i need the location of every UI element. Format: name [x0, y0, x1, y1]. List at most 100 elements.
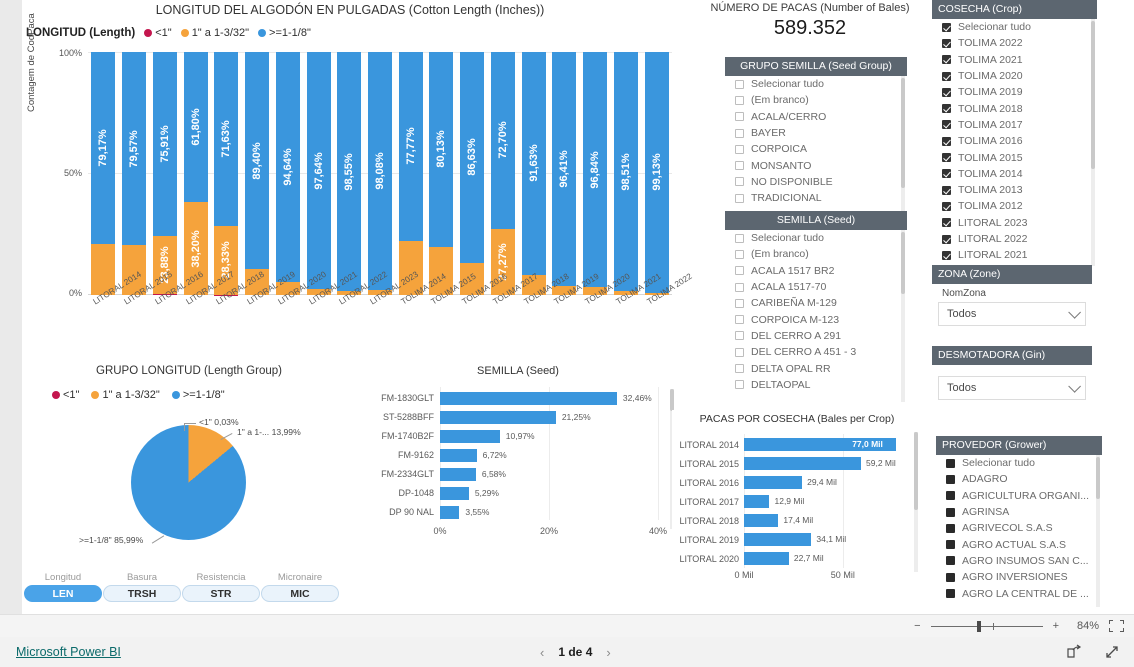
slicer-item[interactable]: (Em branco)	[725, 246, 907, 262]
slicer-seed-group-list[interactable]: Selecionar tudo (Em branco) ACALA/CERRO BAY…	[725, 76, 907, 219]
bar-column[interactable]: 86,63%	[457, 52, 488, 295]
bales-bar-row[interactable]: LITORAL 2020 22,7 Mil	[672, 549, 912, 568]
bar-segment-gte[interactable]: 98,51%	[613, 52, 638, 292]
bar-column[interactable]: 94,64%	[272, 52, 303, 295]
checkbox-unchecked-icon[interactable]	[735, 128, 744, 138]
checkbox-unchecked-icon[interactable]	[735, 233, 744, 243]
bar-segment-gte[interactable]: 98,55%	[337, 52, 362, 292]
bar-column[interactable]: 89,40%	[242, 52, 273, 295]
metric-tab-str[interactable]: Resistencia STR	[182, 572, 260, 602]
checkbox-checked-icon[interactable]	[942, 104, 951, 114]
slicer-item[interactable]: TOLIMA 2015	[932, 149, 1097, 165]
seed-bar-row[interactable]: FM-9162 6,72%	[358, 446, 658, 464]
checkbox-checked-icon[interactable]	[942, 136, 951, 146]
slicer-crop[interactable]: COSECHA (Crop) Selecionar tudo TOLIMA 202…	[932, 0, 1097, 266]
zoom-slider-thumb[interactable]	[976, 620, 981, 632]
slicer-item[interactable]: DEL CERRO A 451 - 3	[725, 344, 907, 360]
bales-bar-fill[interactable]	[744, 514, 779, 527]
checkbox-checked-icon[interactable]	[946, 556, 955, 566]
bar-segment-gte[interactable]: 61,80%	[183, 52, 208, 203]
checkbox-checked-icon[interactable]	[946, 572, 955, 582]
bales-bar-row[interactable]: LITORAL 2016 29,4 Mil	[672, 473, 912, 492]
seed-bar-fill[interactable]	[440, 448, 477, 462]
slicer-item[interactable]: TOLIMA 2022	[932, 35, 1097, 51]
bar-column[interactable]: 71,63% 28,33%	[211, 52, 242, 295]
slicer-zone[interactable]: ZONA (Zone) NomZona Todos	[932, 265, 1092, 326]
bales-chart-scroll-thumb[interactable]	[914, 432, 918, 510]
slicer-zone-dropdown[interactable]: Todos	[938, 302, 1086, 326]
checkbox-checked-icon[interactable]	[942, 201, 951, 211]
next-page-button[interactable]: ›	[606, 645, 610, 660]
slicer-item[interactable]: LITORAL 2021	[932, 247, 1097, 263]
slicer-item[interactable]: TOLIMA 2016	[932, 133, 1097, 149]
bales-bar-row[interactable]: LITORAL 2018 17,4 Mil	[672, 511, 912, 530]
legend-item-lt1[interactable]: <1"	[144, 27, 172, 39]
zoom-out-button[interactable]: −	[914, 620, 920, 632]
slicer-item[interactable]: AGRO INVERSIONES	[936, 569, 1102, 585]
bales-bar-row[interactable]: LITORAL 2014 77,0 Mil	[672, 435, 912, 454]
bar-column[interactable]: 75,91% 23,88%	[149, 52, 180, 295]
checkbox-checked-icon[interactable]	[942, 169, 951, 179]
slicer-item[interactable]: TRADICIONAL	[725, 190, 907, 206]
checkbox-unchecked-icon[interactable]	[735, 331, 744, 341]
seed-bar-row[interactable]: FM-1830GLT 32,46%	[358, 389, 658, 407]
bar-column[interactable]: 97,64%	[303, 52, 334, 295]
slicer-item[interactable]: ACALA 1517-70	[725, 279, 907, 295]
bar-column[interactable]: 72,70% 27,27%	[488, 52, 519, 295]
bar-column[interactable]: 98,51%	[610, 52, 641, 295]
slicer-item[interactable]: AGRO ACTUAL S.A.S	[936, 536, 1102, 552]
bar-column[interactable]: 61,80% 38,20%	[180, 52, 211, 295]
checkbox-unchecked-icon[interactable]	[735, 364, 744, 374]
seed-bar-row[interactable]: DP 90 NAL 3,55%	[358, 503, 658, 521]
checkbox-checked-icon[interactable]	[942, 71, 951, 81]
slicer-item[interactable]: CORPOICA	[725, 141, 907, 157]
slicer-item[interactable]: LITORAL 2022	[932, 231, 1097, 247]
checkbox-checked-icon[interactable]	[942, 120, 951, 130]
bar-column[interactable]: 79,57%	[119, 52, 150, 295]
pie-legend-item-gte[interactable]: >=1-1/8"	[171, 389, 225, 401]
bar-segment-gte[interactable]: 94,64%	[275, 52, 300, 282]
slicer-item[interactable]: NO DISPONIBLE	[725, 174, 907, 190]
bar-column[interactable]: 99,13%	[641, 52, 672, 295]
bar-segment-gte[interactable]: 75,91%	[152, 52, 177, 237]
slicer-seed-list[interactable]: Selecionar tudo (Em branco) ACALA 1517 BR2…	[725, 230, 907, 402]
checkbox-unchecked-icon[interactable]	[735, 298, 744, 308]
checkbox-unchecked-icon[interactable]	[735, 315, 744, 325]
previous-page-button[interactable]: ‹	[540, 645, 544, 660]
slicer-seed-scroll-thumb[interactable]	[901, 232, 905, 294]
seed-bar-row[interactable]: FM-1740B2F 10,97%	[358, 427, 658, 445]
metric-tab-mic[interactable]: Micronaire MIC	[261, 572, 339, 602]
bales-bar-fill[interactable]	[744, 495, 770, 508]
metric-tab-button[interactable]: TRSH	[103, 585, 181, 602]
checkbox-checked-icon[interactable]	[942, 153, 951, 163]
checkbox-unchecked-icon[interactable]	[735, 347, 744, 357]
slicer-crop-scroll-thumb[interactable]	[1091, 21, 1095, 169]
checkbox-unchecked-icon[interactable]	[735, 112, 744, 122]
zoom-in-button[interactable]: +	[1053, 620, 1059, 632]
metric-tab-button[interactable]: STR	[182, 585, 260, 602]
bales-bar-row[interactable]: LITORAL 2015 59,2 Mil	[672, 454, 912, 473]
bar-column[interactable]: 98,55%	[334, 52, 365, 295]
slicer-item[interactable]: DEL CERRO A 291	[725, 328, 907, 344]
checkbox-checked-icon[interactable]	[942, 218, 951, 228]
bar-column[interactable]: 80,13%	[426, 52, 457, 295]
slicer-grower-list[interactable]: Selecionar tudo ADAGRO AGRICULTURA ORGANI.…	[936, 455, 1102, 607]
slicer-item[interactable]: AGRO INSUMOS SAN C...	[936, 553, 1102, 569]
metric-tab-button[interactable]: LEN	[24, 585, 102, 602]
slicer-seed-group[interactable]: GRUPO SEMILLA (Seed Group) Selecionar tu…	[725, 57, 907, 219]
slicer-item[interactable]: Selecionar tudo	[725, 76, 907, 92]
checkbox-unchecked-icon[interactable]	[735, 282, 744, 292]
seed-bar-fill[interactable]	[440, 429, 500, 443]
checkbox-unchecked-icon[interactable]	[735, 249, 744, 259]
slicer-item[interactable]: CARIBEÑA M-129	[725, 295, 907, 311]
bar-column[interactable]: 77,77%	[395, 52, 426, 295]
legend-item-mid[interactable]: 1" a 1-3/32"	[180, 27, 249, 39]
bar-segment-gte[interactable]: 91,63%	[521, 52, 546, 275]
slicer-item[interactable]: CORPOICA M-123	[725, 311, 907, 327]
seed-bar-fill[interactable]	[440, 391, 617, 405]
checkbox-checked-icon[interactable]	[946, 474, 955, 484]
checkbox-checked-icon[interactable]	[942, 55, 951, 65]
bar-segment-gte[interactable]: 72,70%	[490, 52, 515, 229]
slicer-item[interactable]: AGRICULTURA ORGANI...	[936, 488, 1102, 504]
slicer-crop-list[interactable]: Selecionar tudo TOLIMA 2022 TOLIMA 2021 TOL…	[932, 19, 1097, 266]
